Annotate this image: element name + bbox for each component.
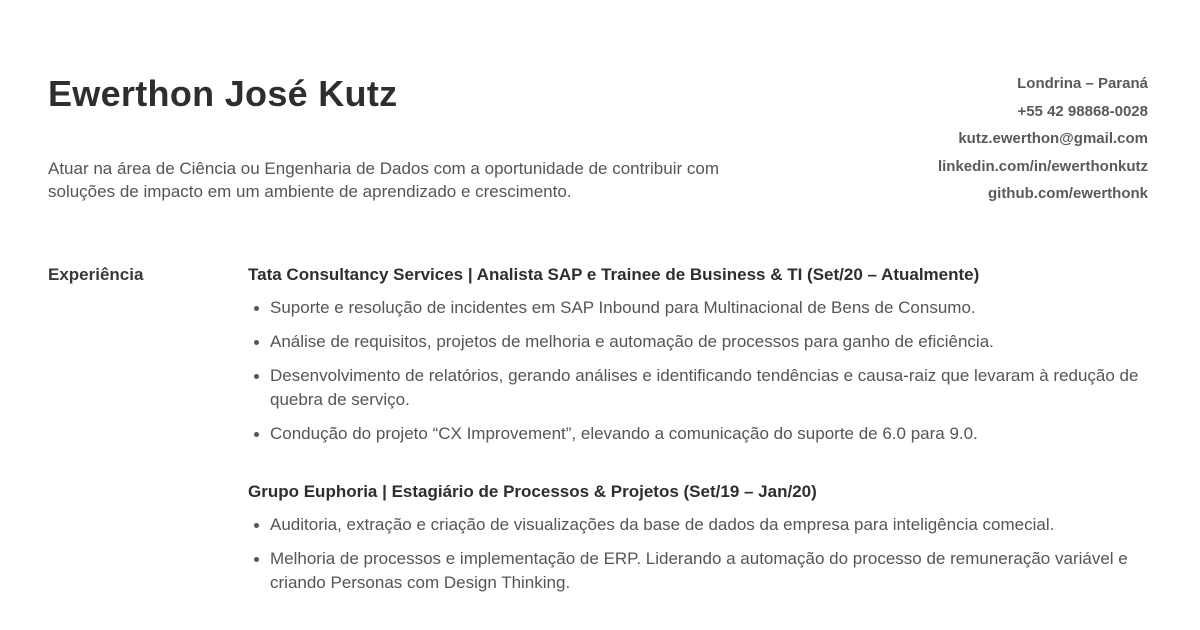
resume-page: Ewerthon José Kutz Atuar na área de Ciên… [0, 0, 1200, 630]
experience-list: Tata Consultancy Services | Analista SAP… [248, 263, 1148, 605]
job-entry: Grupo Euphoria | Estagiário de Processos… [248, 480, 1148, 595]
job-bullet: Suporte e resolução de incidentes em SAP… [248, 296, 1148, 320]
contact-block: Londrina – Paraná +55 42 98868-0028 kutz… [938, 70, 1148, 208]
job-title: Grupo Euphoria | Estagiário de Processos… [248, 482, 817, 501]
job-bullet: Desenvolvimento de relatórios, gerando a… [248, 364, 1148, 412]
contact-email[interactable]: kutz.ewerthon@gmail.com [938, 125, 1148, 153]
objective-text: Atuar na área de Ciência ou Engenharia d… [48, 159, 719, 201]
contact-location: Londrina – Paraná [1017, 75, 1148, 92]
candidate-name: Ewerthon José Kutz [48, 73, 398, 114]
job-bullet: Melhoria de processos e implementação de… [248, 547, 1148, 595]
job-bullets: Suporte e resolução de incidentes em SAP… [248, 296, 1148, 446]
job-title: Tata Consultancy Services | Analista SAP… [248, 265, 980, 284]
job-bullet: Auditoria, extração e criação de visuali… [248, 513, 1148, 537]
job-bullets: Auditoria, extração e criação de visuali… [248, 513, 1148, 595]
job-entry: Tata Consultancy Services | Analista SAP… [248, 263, 1148, 446]
contact-phone: +55 42 98868-0028 [1017, 102, 1148, 120]
job-bullet: Condução do projeto “CX Improvement”, el… [248, 422, 1148, 446]
contact-github[interactable]: github.com/ewerthonk [938, 180, 1148, 208]
contact-linkedin[interactable]: linkedin.com/in/ewerthonkutz [938, 153, 1148, 181]
section-label-experience: Experiência [48, 265, 144, 284]
job-bullet: Análise de requisitos, projetos de melho… [248, 330, 1148, 354]
